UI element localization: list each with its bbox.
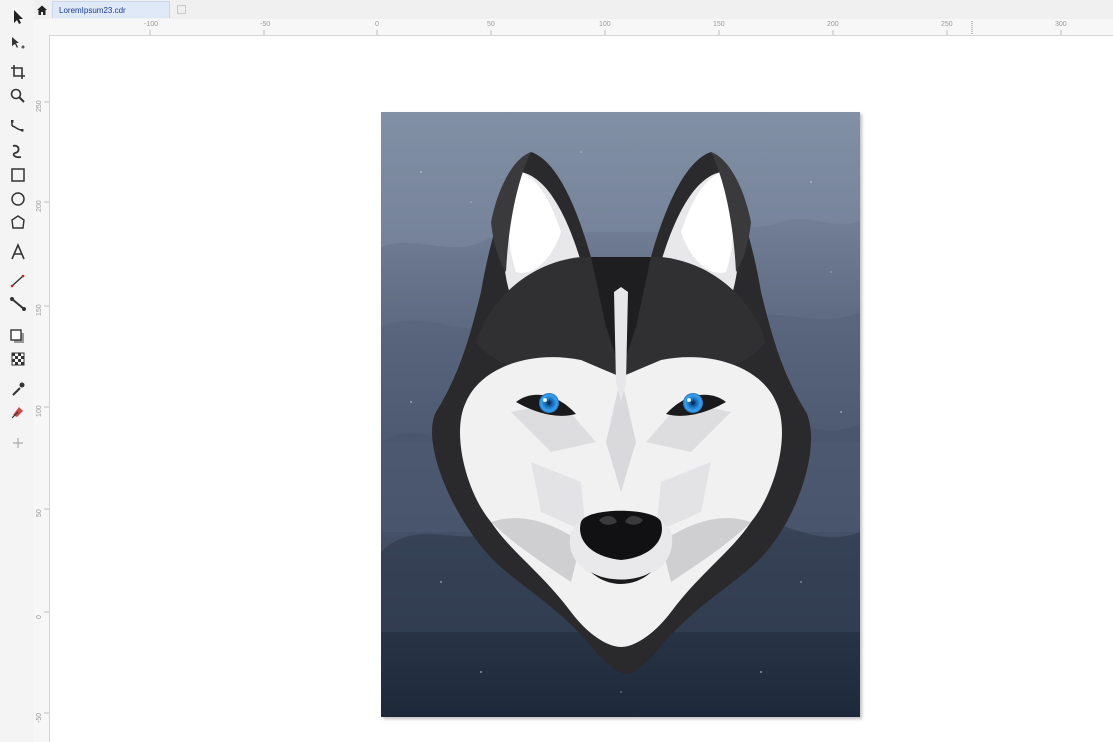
husky-illustration[interactable] <box>381 112 860 717</box>
ruler-label: -50 <box>36 712 43 723</box>
ruler-label: 0 <box>36 615 43 619</box>
ruler-label: 100 <box>36 405 43 417</box>
crop-tool-icon[interactable] <box>7 61 29 83</box>
drawing-canvas[interactable] <box>50 36 1113 742</box>
toolbox <box>0 0 35 742</box>
ruler-label: 250 <box>941 21 953 28</box>
add-tool-icon[interactable] <box>7 432 29 454</box>
zoom-tool-icon[interactable] <box>7 85 29 107</box>
ruler-label: 100 <box>599 21 611 28</box>
polygon-tool-icon[interactable] <box>7 212 29 234</box>
vertical-ruler[interactable]: 250 200 150 100 50 0 -50 <box>34 35 50 742</box>
ruler-label: -100 <box>144 21 159 28</box>
ruler-label: 150 <box>36 304 43 316</box>
drop-shadow-tool-icon[interactable] <box>7 326 29 348</box>
right-eye <box>683 393 703 413</box>
ruler-label: 50 <box>487 21 495 28</box>
color-eyedropper-tool-icon[interactable] <box>7 378 29 400</box>
ruler-label: 50 <box>36 509 43 517</box>
horizontal-ruler[interactable]: -100 -50 0 50 100 150 200 250 300 <box>34 19 1113 36</box>
connector-tool-icon[interactable] <box>7 293 29 315</box>
interactive-fill-tool-icon[interactable] <box>7 401 29 423</box>
ruler-label: 0 <box>375 21 379 28</box>
ruler-label: 250 <box>36 100 43 112</box>
ruler-label: 300 <box>1055 21 1067 28</box>
artistic-media-tool-icon[interactable] <box>7 140 29 162</box>
parallel-dimension-tool-icon[interactable] <box>7 270 29 292</box>
new-tab-icon[interactable] <box>176 4 186 14</box>
transparency-tool-icon[interactable] <box>7 348 29 370</box>
document-tab-label: LoremIpsum23.cdr <box>59 5 126 15</box>
text-tool-icon[interactable] <box>7 241 29 263</box>
ruler-label: 200 <box>827 21 839 28</box>
artboard-page[interactable] <box>381 112 860 717</box>
ellipse-tool-icon[interactable] <box>7 188 29 210</box>
shape-tool-icon[interactable] <box>7 32 29 54</box>
home-icon[interactable] <box>34 0 50 19</box>
vertical-ruler-ticks <box>44 101 49 714</box>
ruler-label: 200 <box>36 200 43 212</box>
left-eye <box>539 393 559 413</box>
pick-tool-icon[interactable] <box>7 6 29 28</box>
document-tab[interactable]: LoremIpsum23.cdr <box>52 1 170 18</box>
rectangle-tool-icon[interactable] <box>7 164 29 186</box>
freehand-tool-icon[interactable] <box>7 116 29 138</box>
ruler-label: 150 <box>713 21 725 28</box>
ruler-label: -50 <box>260 21 271 28</box>
document-tab-bar: LoremIpsum23.cdr <box>34 0 1113 20</box>
